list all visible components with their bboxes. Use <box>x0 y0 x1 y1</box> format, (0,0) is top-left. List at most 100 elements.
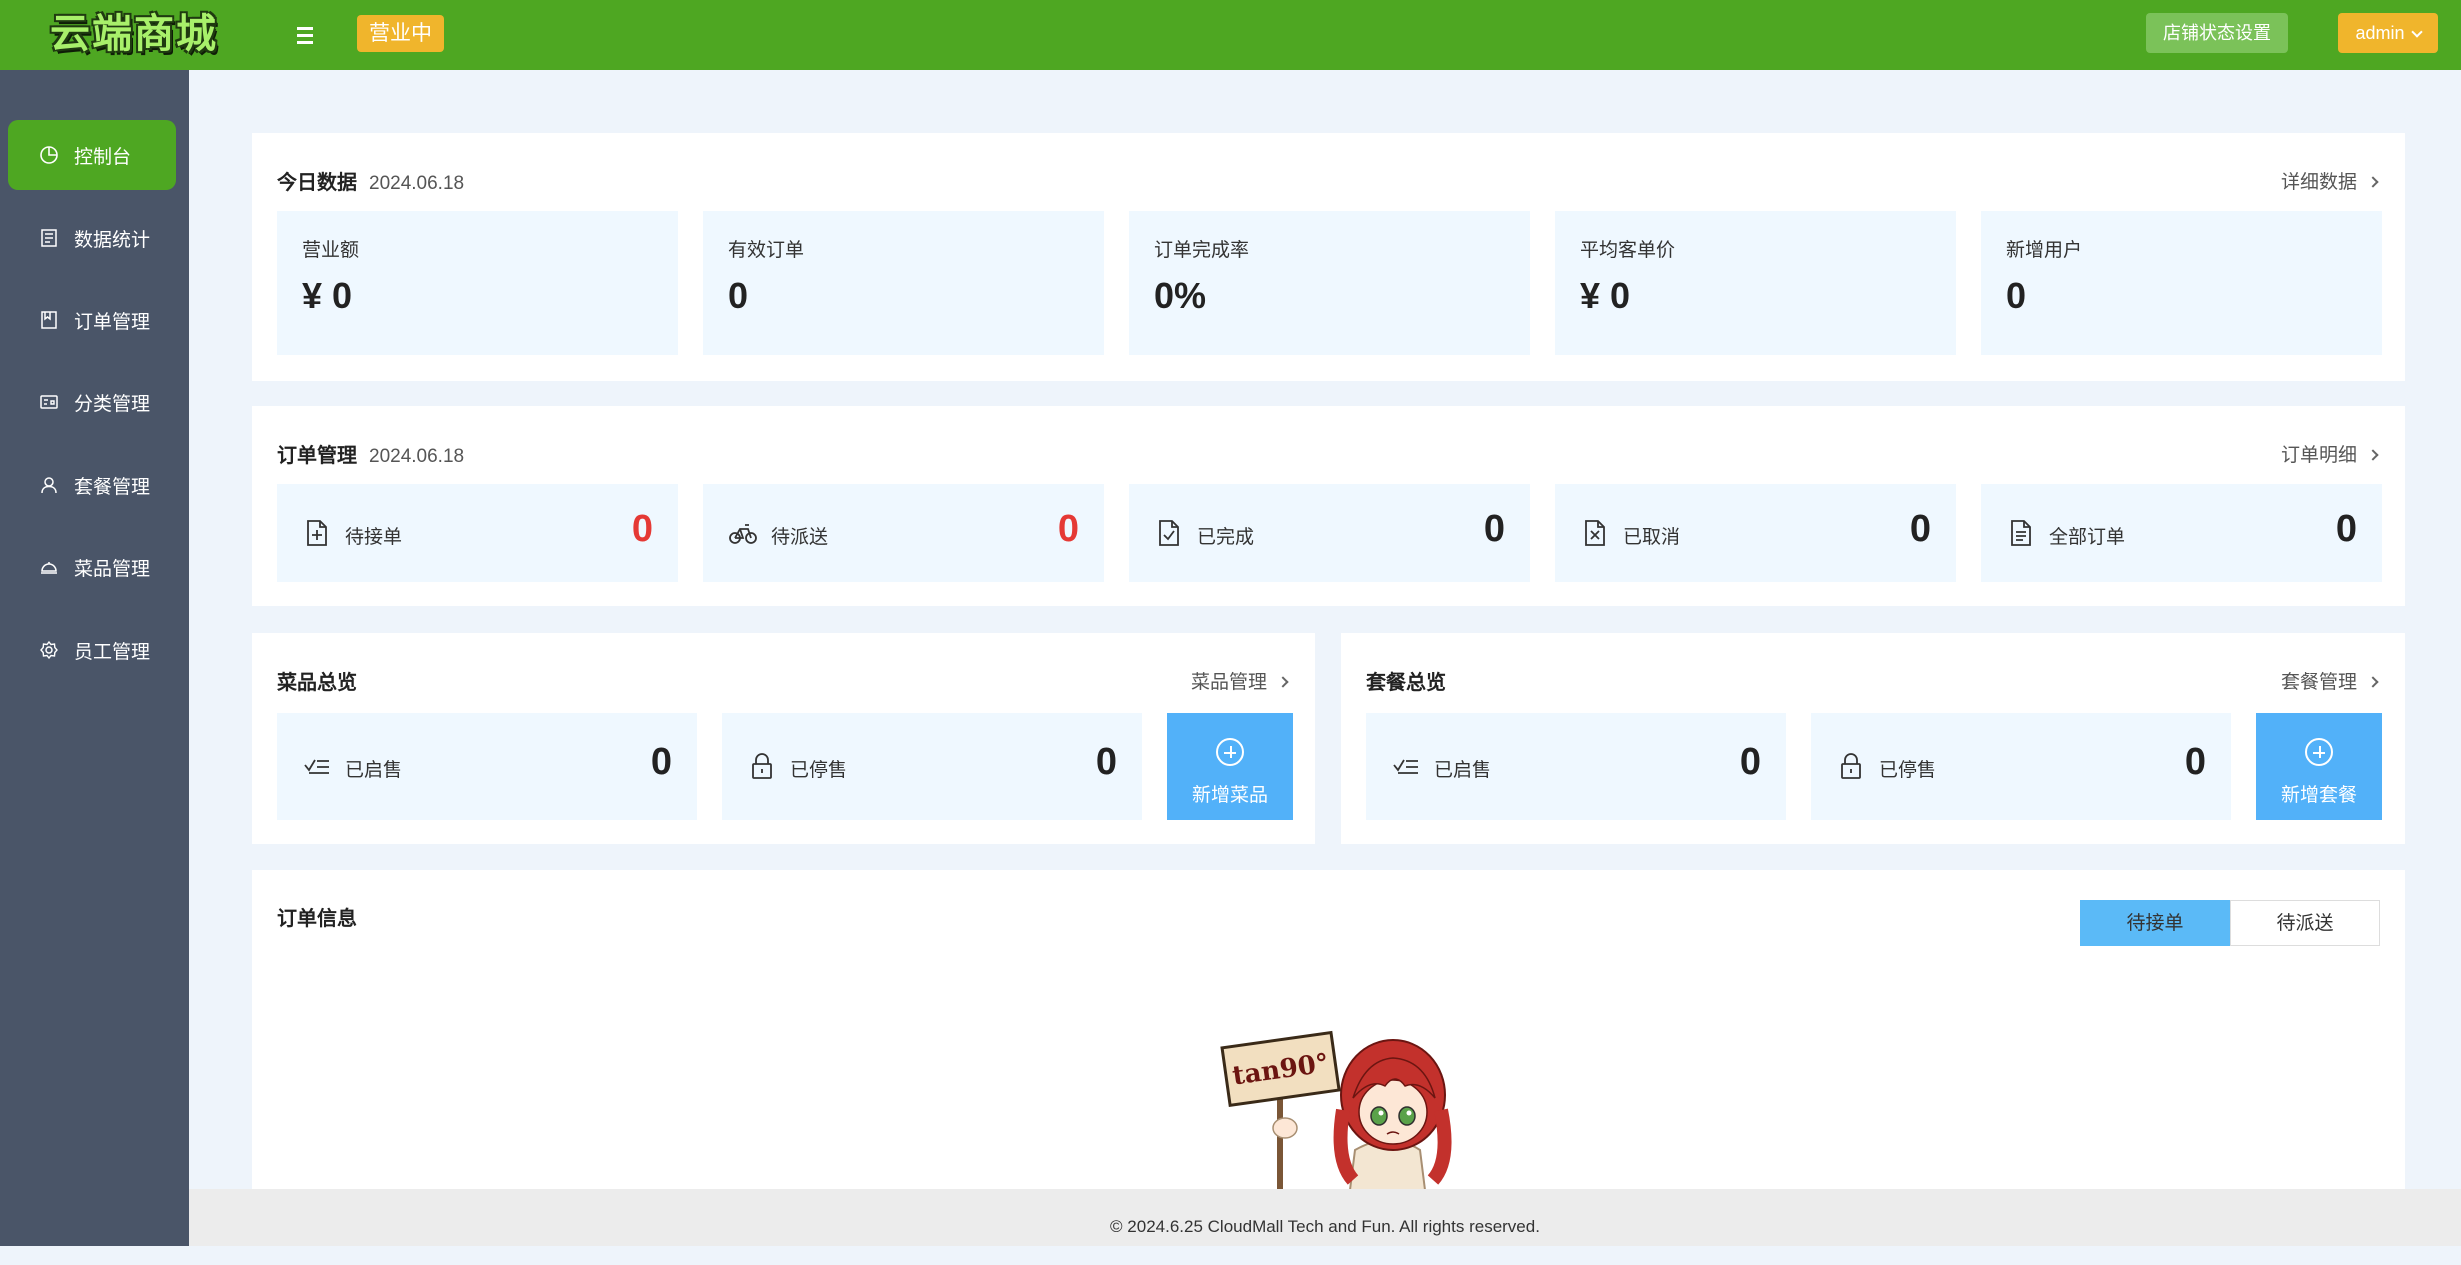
checklist-icon <box>1393 759 1418 774</box>
order-tile-label: 已完成 <box>1197 527 1255 548</box>
cancel-file-icon <box>1585 520 1605 546</box>
sidebar-item-dishes[interactable]: 菜品管理 <box>8 532 176 602</box>
tab-pending-accept[interactable]: 待接单 <box>2080 900 2230 946</box>
add-setmeal-button[interactable]: 新增套餐 <box>2256 713 2382 820</box>
stat-label: 新增用户 <box>2006 240 2083 261</box>
sidebar-item-label: 订单管理 <box>74 311 151 333</box>
order-tile-label: 待派送 <box>771 527 829 548</box>
stat-tile-revenue: 营业额 ¥ 0 <box>277 211 678 355</box>
sidebar-item-employees[interactable]: 员工管理 <box>8 615 176 685</box>
dish-icon <box>38 556 60 578</box>
order-info-tabs: 待接单 待派送 <box>2080 900 2380 946</box>
bicycle-icon <box>729 524 757 544</box>
stat-tile-new-users: 新增用户 0 <box>1981 211 2382 355</box>
stat-value: 0 <box>728 275 749 316</box>
dishes-overview-title: 菜品总览 <box>277 672 357 694</box>
add-circle-icon <box>2305 738 2333 766</box>
setmeal-on-sale-label: 已启售 <box>1434 760 1492 781</box>
order-tile-label: 待接单 <box>345 527 403 548</box>
admin-user-dropdown[interactable]: admin <box>2338 13 2438 53</box>
add-circle-icon <box>1216 738 1244 766</box>
order-info-card: 订单信息 待接单 待派送 tan90° <box>252 870 2405 1189</box>
category-icon <box>38 391 60 413</box>
order-tile-pending-accept[interactable]: 待接单 0 <box>277 484 678 582</box>
order-tile-count: 0 <box>1057 508 1079 550</box>
order-detail-link[interactable]: 订单明细 <box>2280 440 2379 467</box>
order-management-heading: 订单管理 2024.06.18 <box>277 439 464 468</box>
chevron-right-icon <box>2367 176 2379 188</box>
empty-state-illustration: tan90° <box>1220 1030 1452 1189</box>
stat-label: 订单完成率 <box>1154 240 1250 261</box>
add-dish-button[interactable]: 新增菜品 <box>1167 713 1293 820</box>
setmeal-off-sale-label: 已停售 <box>1879 760 1937 781</box>
checklist-icon <box>304 759 329 774</box>
logo: 云端商城 <box>50 10 218 57</box>
footer: © 2024.6.25 CloudMall Tech and Fun. All … <box>189 1189 2461 1246</box>
document-icon <box>38 227 60 249</box>
chevron-right-icon <box>2367 676 2379 688</box>
tab-pending-delivery[interactable]: 待派送 <box>2230 900 2380 946</box>
order-tile-cancelled[interactable]: 已取消 0 <box>1555 484 1956 582</box>
sidebar-item-setmeals[interactable]: 套餐管理 <box>8 450 176 520</box>
sidebar-item-label: 菜品管理 <box>74 558 151 580</box>
chevron-right-icon <box>1277 676 1289 688</box>
stat-tile-valid-orders: 有效订单 0 <box>703 211 1104 355</box>
order-tile-count: 0 <box>1483 508 1505 550</box>
setmeal-management-label: 套餐管理 <box>2280 672 2357 693</box>
today-data-title: 今日数据 <box>277 172 357 194</box>
order-tile-count: 0 <box>631 508 653 550</box>
order-tile-completed[interactable]: 已完成 0 <box>1129 484 1530 582</box>
sidebar: 控制台 数据统计 订单管理 分类管理 套餐管理 菜品管理 员工管理 <box>0 70 189 1246</box>
order-management-date: 2024.06.18 <box>369 446 465 467</box>
dish-management-link[interactable]: 菜品管理 <box>1190 667 1289 694</box>
lock-icon <box>1841 753 1861 779</box>
sidebar-item-label: 分类管理 <box>74 393 151 415</box>
sidebar-item-label: 数据统计 <box>74 229 151 251</box>
order-management-card: 订单管理 2024.06.18 订单明细 待接单 0 待派送 0 已完成 0 已取… <box>252 406 2405 606</box>
stat-tile-completion-rate: 订单完成率 0% <box>1129 211 1530 355</box>
sidebar-item-orders[interactable]: 订单管理 <box>8 285 176 355</box>
add-setmeal-label: 新增套餐 <box>2280 785 2357 806</box>
setmeal-overview-title: 套餐总览 <box>1366 672 1446 694</box>
check-file-icon <box>1159 520 1179 546</box>
order-tile-label: 已取消 <box>1623 527 1681 548</box>
stat-value: ¥ 0 <box>1580 275 1631 316</box>
order-management-title: 订单管理 <box>277 445 357 467</box>
sidebar-item-statistics[interactable]: 数据统计 <box>8 203 176 273</box>
stat-label: 平均客单价 <box>1580 240 1676 261</box>
lock-icon <box>752 753 772 779</box>
stat-value: 0% <box>1154 275 1207 316</box>
dish-off-sale-count: 0 <box>1095 741 1117 783</box>
setmeal-off-sale-count: 0 <box>2184 741 2206 783</box>
gear-icon <box>38 639 60 661</box>
pie-chart-icon <box>38 144 60 166</box>
dish-management-label: 菜品管理 <box>1190 672 1267 693</box>
hamburger-menu-icon[interactable] <box>292 22 318 48</box>
dish-off-sale-label: 已停售 <box>790 760 848 781</box>
copyright-text: © 2024.6.25 CloudMall Tech and Fun. All … <box>1110 1217 1540 1236</box>
order-info-title: 订单信息 <box>277 908 357 930</box>
setmeal-overview-card: 套餐总览 套餐管理 已启售 0 已停售 0 新增套餐 <box>1341 633 2405 844</box>
sidebar-item-dashboard[interactable]: 控制台 <box>8 120 176 190</box>
setmeal-management-link[interactable]: 套餐管理 <box>2280 667 2379 694</box>
detail-data-link[interactable]: 详细数据 <box>2281 167 2379 194</box>
today-data-date: 2024.06.18 <box>369 173 465 194</box>
stat-tile-avg-price: 平均客单价 ¥ 0 <box>1555 211 1956 355</box>
chevron-right-icon <box>2367 449 2379 461</box>
dishes-overview-card: 菜品总览 菜品管理 已启售 0 已停售 0 新增菜品 <box>252 633 1315 844</box>
order-icon <box>38 309 60 331</box>
order-detail-label: 订单明细 <box>2280 445 2357 466</box>
order-tile-all[interactable]: 全部订单 0 <box>1981 484 2382 582</box>
today-data-card: 今日数据 2024.06.18 详细数据 营业额 ¥ 0 有效订单 0 订单完成率… <box>252 133 2405 381</box>
order-tile-count: 0 <box>2335 508 2357 550</box>
sidebar-item-label: 套餐管理 <box>74 476 151 498</box>
list-file-icon <box>2011 520 2031 546</box>
sidebar-item-label: 控制台 <box>74 146 132 168</box>
add-file-icon <box>307 520 327 546</box>
sidebar-item-categories[interactable]: 分类管理 <box>8 367 176 437</box>
store-status-settings-button[interactable]: 店铺状态设置 <box>2146 13 2288 53</box>
stat-label: 有效订单 <box>728 240 805 261</box>
chevron-down-icon <box>2410 26 2423 38</box>
stat-value: 0 <box>2006 275 2027 316</box>
order-tile-pending-delivery[interactable]: 待派送 0 <box>703 484 1104 582</box>
